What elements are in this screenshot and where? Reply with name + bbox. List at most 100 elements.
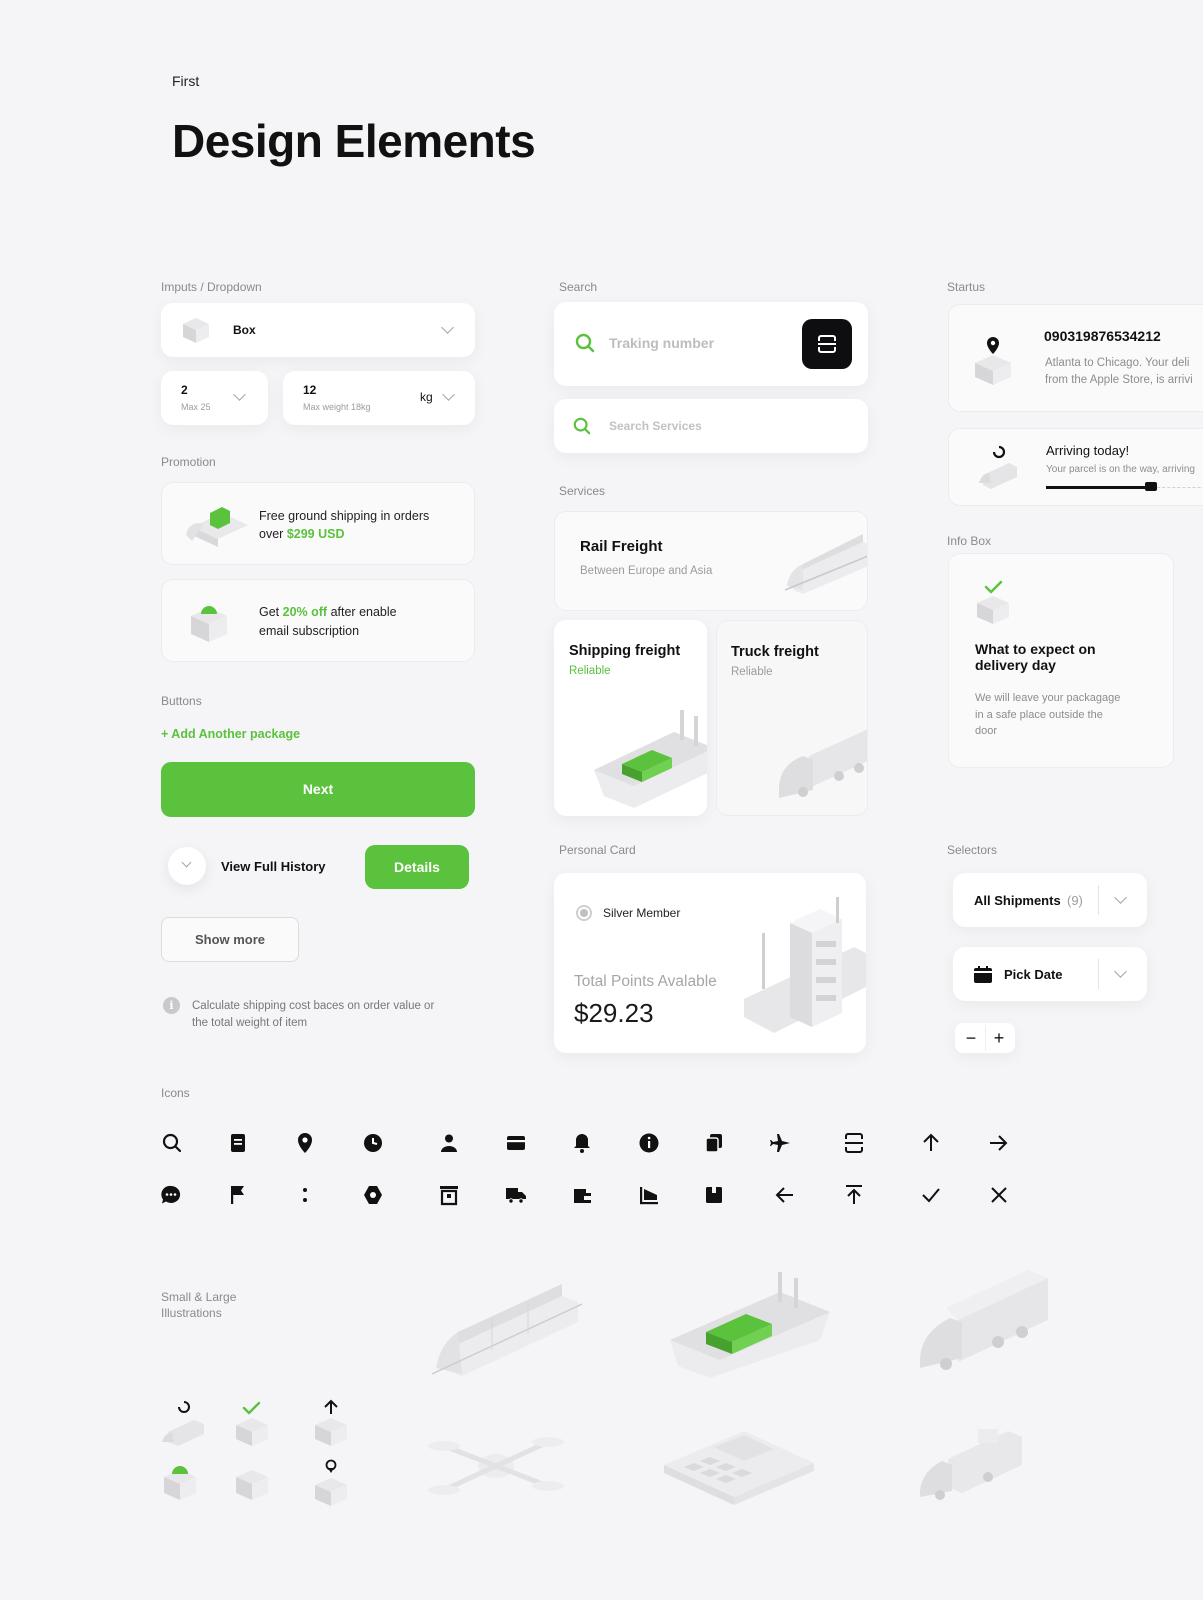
shipping-freight-card[interactable]: Shipping freight Reliable bbox=[554, 620, 707, 816]
quantity-input[interactable]: 2 Max 25 bbox=[161, 371, 268, 425]
truck-illustration bbox=[182, 503, 252, 549]
points-label: Total Points Avalable bbox=[574, 973, 717, 990]
date-selector[interactable]: Pick Date bbox=[953, 947, 1147, 1001]
card-icon bbox=[504, 1131, 528, 1155]
shipping-subtitle: Reliable bbox=[569, 665, 611, 677]
services-input[interactable]: Search Services bbox=[609, 419, 702, 433]
tracking-number: 090319876534212 bbox=[1044, 328, 1161, 344]
flag-icon bbox=[226, 1183, 250, 1207]
box-half-green-illustration bbox=[187, 600, 231, 644]
divider bbox=[1098, 959, 1099, 989]
tracking-search-bar[interactable]: Traking number bbox=[554, 302, 868, 386]
bell-icon bbox=[570, 1131, 594, 1155]
divider bbox=[985, 1025, 986, 1051]
section-label-inputs: Imputs / Dropdown bbox=[161, 280, 262, 294]
box-check-illustration bbox=[975, 580, 1011, 624]
show-more-button[interactable]: Show more bbox=[161, 917, 299, 962]
large-train-illustration bbox=[431, 1270, 583, 1380]
section-label-services: Services bbox=[559, 484, 606, 498]
info-icon bbox=[637, 1131, 661, 1155]
promo-card-discount[interactable]: Get 20% off after enable email subscript… bbox=[161, 579, 475, 662]
promo-card-shipping[interactable]: Free ground shipping in orders over $299… bbox=[161, 482, 475, 565]
small-box-illustration bbox=[232, 1464, 276, 1504]
truck-title: Truck freight bbox=[731, 644, 819, 660]
info-icon: i bbox=[163, 997, 180, 1014]
member-radio[interactable] bbox=[576, 905, 592, 921]
chevron-down-icon bbox=[1114, 965, 1127, 978]
rail-freight-card[interactable]: Rail Freight Between Europe and Asia bbox=[554, 511, 868, 611]
section-label-info-box: Info Box bbox=[947, 534, 992, 548]
page-title: Design Elements bbox=[172, 115, 536, 167]
arriving-status-card[interactable]: Arriving today! Your parcel is on the wa… bbox=[948, 428, 1203, 506]
large-small-truck-illustration bbox=[918, 1425, 1028, 1505]
divider bbox=[1098, 885, 1099, 915]
truck-icon bbox=[1145, 482, 1157, 491]
promo2-rest: after enable bbox=[330, 605, 397, 619]
large-ship-illustration bbox=[670, 1270, 830, 1380]
calendar-icon bbox=[974, 966, 992, 983]
scan-button[interactable] bbox=[802, 319, 852, 369]
archive-icon bbox=[437, 1183, 461, 1207]
details-button[interactable]: Details bbox=[365, 845, 469, 889]
weight-value: 12 bbox=[303, 383, 317, 397]
section-label-status: Startus bbox=[947, 280, 986, 294]
tracking-desc-line1: Atlanta to Chicago. Your deli bbox=[1045, 357, 1190, 369]
ship-illustration bbox=[594, 700, 707, 810]
expand-history-button[interactable] bbox=[168, 847, 206, 885]
small-box-green-illustration bbox=[162, 1460, 206, 1504]
view-history-link[interactable]: View Full History bbox=[221, 859, 326, 874]
more-vertical-icon bbox=[293, 1183, 317, 1207]
quantity-value: 2 bbox=[181, 383, 188, 397]
train-illustration bbox=[783, 524, 867, 594]
check-icon bbox=[919, 1183, 943, 1207]
section-label-illustrations: Small & Large Illustrations bbox=[161, 1290, 237, 1320]
page-subtitle: First bbox=[172, 73, 200, 89]
tracking-input[interactable]: Traking number bbox=[609, 335, 714, 351]
package-type-dropdown[interactable]: Box bbox=[161, 303, 475, 357]
tracking-desc-line2: from the Apple Store, is arrivi bbox=[1045, 374, 1193, 386]
weight-hint: Max weight 18kg bbox=[303, 402, 371, 412]
next-button[interactable]: Next bbox=[161, 762, 475, 817]
delivery-progress-fill bbox=[1046, 486, 1151, 489]
weight-unit: kg bbox=[420, 390, 433, 404]
search-icon bbox=[575, 333, 595, 353]
promo2-line2: email subscription bbox=[259, 624, 360, 638]
note-line1: Calculate shipping cost baces on order v… bbox=[192, 1000, 435, 1012]
truck-illustration bbox=[779, 716, 867, 815]
shipping-title: Shipping freight bbox=[569, 643, 681, 659]
shipments-selector[interactable]: All Shipments (9) bbox=[953, 873, 1147, 927]
chart-icon bbox=[637, 1183, 661, 1207]
services-search-bar[interactable]: Search Services bbox=[554, 399, 868, 453]
chevron-down-icon bbox=[442, 388, 455, 401]
chevron-down-icon bbox=[441, 321, 454, 334]
truck-icon bbox=[504, 1183, 528, 1207]
arriving-title: Arriving today! bbox=[1046, 443, 1130, 458]
add-package-link[interactable]: + Add Another package bbox=[161, 727, 300, 741]
chevron-down-icon bbox=[233, 388, 246, 401]
member-card[interactable]: Silver Member Total Points Avalable $29.… bbox=[554, 873, 866, 1053]
info-body-line2: in a safe place outside the bbox=[975, 708, 1103, 721]
copy-icon bbox=[702, 1131, 726, 1155]
promo1-line1: Free ground shipping in orders bbox=[259, 509, 430, 523]
stepper-plus-button[interactable]: + bbox=[988, 1025, 1010, 1051]
large-calculator-illustration bbox=[664, 1425, 814, 1510]
rail-title: Rail Freight bbox=[580, 538, 663, 555]
scan-icon bbox=[842, 1131, 866, 1155]
chat-icon bbox=[159, 1183, 183, 1207]
upload-icon bbox=[842, 1183, 866, 1207]
box-icon bbox=[702, 1183, 726, 1207]
document-icon bbox=[226, 1131, 250, 1155]
dropdown-value: Box bbox=[233, 323, 256, 337]
section-label-personal-card: Personal Card bbox=[559, 843, 636, 857]
small-box-check-illustration bbox=[232, 1400, 276, 1448]
promo1-over: over bbox=[259, 527, 284, 541]
stepper-minus-button[interactable]: − bbox=[960, 1025, 982, 1051]
truck-freight-card[interactable]: Truck freight Reliable bbox=[716, 620, 868, 816]
weight-input[interactable]: 12 Max weight 18kg kg bbox=[283, 371, 475, 425]
arriving-desc: Your parcel is on the way, arriving bbox=[1046, 464, 1195, 475]
tracking-status-card[interactable]: 090319876534212 Atlanta to Chicago. Your… bbox=[948, 304, 1203, 412]
quantity-stepper: − + bbox=[955, 1023, 1015, 1053]
date-label: Pick Date bbox=[1004, 967, 1063, 982]
settings-icon bbox=[361, 1183, 385, 1207]
building-illustration bbox=[744, 893, 866, 1043]
